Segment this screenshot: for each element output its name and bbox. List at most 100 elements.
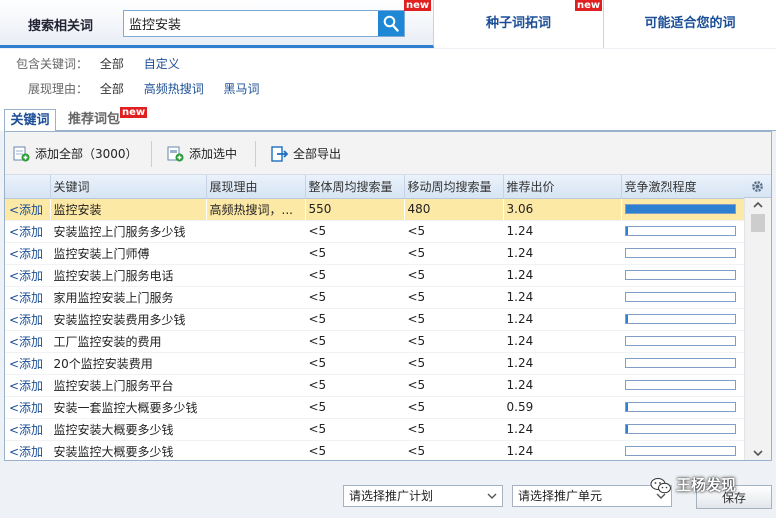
cell-reason [206, 286, 305, 309]
table-row[interactable]: <添加 安装监控上门服务多少钱 <5 <5 1.24 [5, 220, 744, 243]
cell-reason [206, 440, 305, 460]
cell-bid: 1.24 [503, 418, 621, 441]
cell-mobile-search: <5 [404, 264, 503, 287]
competition-bar-fill [625, 227, 628, 235]
table-row[interactable]: <添加 工厂监控安装的费用 <5 <5 1.24 [5, 330, 744, 353]
table-row[interactable]: <添加 安装监控安装费用多少钱 <5 <5 1.24 [5, 308, 744, 331]
cell-keyword: 安装监控安装费用多少钱 [50, 308, 206, 331]
table-row[interactable]: <添加 监控安装上门服务电话 <5 <5 1.24 [5, 264, 744, 287]
table-row[interactable]: <添加 家用监控安装上门服务 <5 <5 1.24 [5, 286, 744, 309]
cell-keyword: 监控安装上门服务平台 [50, 374, 206, 397]
cell-competition [621, 396, 744, 419]
filter-keyword-all[interactable]: 全部 [100, 55, 124, 73]
plan-select-value: 请选择推广计划 [349, 489, 434, 503]
add-keyword-link[interactable]: <添加 [5, 242, 50, 265]
column-header-overall-search[interactable]: 整体周均搜索量 [305, 175, 405, 199]
add-keyword-link[interactable]: <添加 [5, 374, 50, 397]
competition-bar [624, 424, 736, 434]
tab-seed-expand-label: 种子词拓词 [485, 16, 551, 31]
add-keyword-link[interactable]: <添加 [5, 352, 50, 375]
unit-select[interactable]: 请选择推广单元 [512, 485, 672, 507]
tab-recommended-packs[interactable]: 推荐词包 [68, 109, 120, 131]
cell-mobile-search: <5 [404, 440, 503, 460]
add-all-button[interactable]: 添加全部（3000） [13, 145, 138, 163]
competition-bar [624, 402, 736, 412]
cell-overall-search: <5 [305, 220, 404, 243]
cell-competition [621, 242, 744, 265]
cell-reason [206, 264, 305, 287]
cell-keyword: 20个监控安装费用 [50, 352, 206, 375]
tab-keywords[interactable]: 关键词 [4, 109, 56, 131]
tab-suggested-words[interactable]: 可能适合您的词 [604, 0, 776, 48]
cell-competition [621, 308, 744, 331]
cell-competition [621, 264, 744, 287]
add-keyword-link[interactable]: <添加 [5, 286, 50, 309]
add-keyword-link[interactable]: <添加 [5, 396, 50, 419]
add-keyword-link[interactable]: <添加 [5, 440, 50, 460]
cell-overall-search: <5 [305, 242, 404, 265]
cell-competition [621, 220, 744, 243]
table-row[interactable]: <添加 20个监控安装费用 <5 <5 1.24 [5, 352, 744, 375]
packs-new-badge: new [120, 107, 148, 118]
column-header-keyword[interactable]: 关键词 [50, 175, 207, 199]
table-row[interactable]: <添加 监控安装大概要多少钱 <5 <5 1.24 [5, 418, 744, 441]
filter-reason-all[interactable]: 全部 [100, 80, 124, 98]
search-button[interactable] [378, 11, 404, 36]
cell-mobile-search: <5 [404, 396, 503, 419]
table-row[interactable]: <添加 监控安装上门师傅 <5 <5 1.24 [5, 242, 744, 265]
scroll-down-icon[interactable] [751, 448, 765, 458]
table-row[interactable]: <添加 安装一套监控大概要多少钱 <5 <5 0.59 [5, 396, 744, 419]
add-keyword-link[interactable]: <添加 [5, 220, 50, 243]
filter-reason-hot[interactable]: 高频热搜词 [144, 80, 204, 98]
gear-icon [752, 181, 763, 192]
column-header-competition[interactable]: 竞争激烈程度 [621, 175, 744, 199]
add-keyword-link[interactable]: <添加 [5, 330, 50, 353]
scroll-up-icon[interactable] [751, 200, 765, 210]
export-all-button[interactable]: 全部导出 [271, 145, 341, 163]
column-header-add [5, 175, 51, 199]
cell-overall-search: <5 [305, 440, 404, 460]
add-selected-button[interactable]: 添加选中 [167, 145, 237, 163]
filter-keyword-row: 包含关键词： 全部 自定义 [16, 55, 180, 73]
cell-reason: 高频热搜词，... [206, 198, 305, 221]
cell-competition [621, 418, 744, 441]
keyword-table: 关键词 展现理由 整体周均搜索量 移动周均搜索量 推荐出价 竞争激烈程度 <添加… [5, 175, 744, 460]
table-row[interactable]: <添加 安装监控大概要多少钱 <5 <5 1.24 [5, 440, 744, 460]
cell-overall-search: <5 [305, 330, 404, 353]
competition-bar [624, 204, 736, 214]
cell-bid: 1.24 [503, 242, 621, 265]
competition-bar [624, 336, 736, 346]
filter-reason-label: 展现理由： [28, 82, 89, 96]
cell-bid: 1.24 [503, 308, 621, 331]
add-keyword-link[interactable]: <添加 [5, 418, 50, 441]
scroll-thumb[interactable] [751, 214, 765, 232]
add-keyword-link[interactable]: <添加 [5, 308, 50, 331]
column-settings-button[interactable] [744, 175, 771, 198]
add-keyword-link[interactable]: <添加 [5, 198, 50, 221]
column-header-mobile-search[interactable]: 移动周均搜索量 [404, 175, 504, 199]
cell-reason [206, 330, 305, 353]
subtabs: 关键词 推荐词包 new [0, 105, 776, 131]
column-header-reason[interactable]: 展现理由 [206, 175, 306, 199]
cell-reason [206, 242, 305, 265]
cell-competition [621, 330, 744, 353]
search-input[interactable] [124, 11, 379, 36]
column-header-bid[interactable]: 推荐出价 [503, 175, 622, 199]
cell-mobile-search: <5 [404, 220, 503, 243]
search-new-badge: new [404, 0, 432, 11]
cell-reason [206, 374, 305, 397]
cell-bid: 1.24 [503, 440, 621, 460]
vertical-scrollbar[interactable] [744, 198, 771, 460]
cell-reason [206, 352, 305, 375]
plan-select[interactable]: 请选择推广计划 [343, 485, 503, 507]
filter-keyword-custom[interactable]: 自定义 [144, 55, 180, 73]
filter-reason-row: 展现理由： 全部 高频热搜词 黑马词 [28, 80, 260, 98]
add-keyword-link[interactable]: <添加 [5, 264, 50, 287]
competition-bar [624, 380, 736, 390]
unit-select-value: 请选择推广单元 [518, 489, 603, 503]
table-row[interactable]: <添加 监控安装 高频热搜词，... 550 480 3.06 [5, 198, 744, 221]
table-row[interactable]: <添加 监控安装上门服务平台 <5 <5 1.24 [5, 374, 744, 397]
cell-overall-search: <5 [305, 308, 404, 331]
filter-reason-darkhorse[interactable]: 黑马词 [224, 80, 260, 98]
export-all-label: 全部导出 [293, 147, 342, 161]
